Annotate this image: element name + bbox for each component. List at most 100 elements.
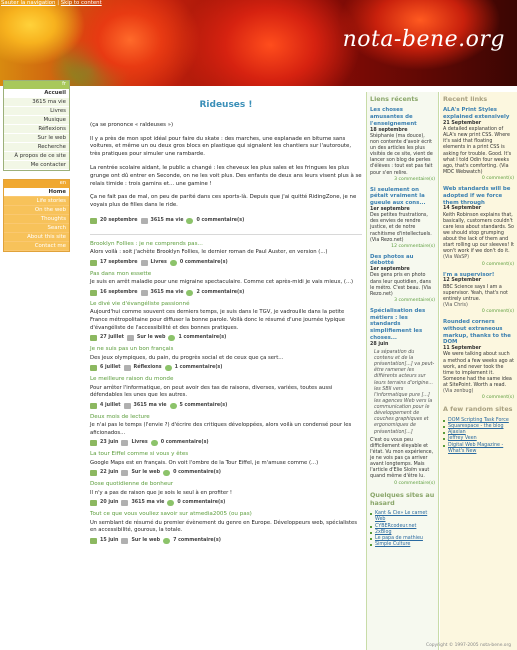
article-paragraph: Il y a près de mon spot idéal pour faire… [90, 135, 352, 158]
article-category[interactable]: 3615 ma vie [151, 218, 184, 224]
skip-separator: | [57, 0, 60, 6]
post-category[interactable]: Livres [151, 260, 167, 266]
calendar-icon [90, 365, 97, 372]
calendar-icon [90, 290, 97, 297]
link-comments[interactable]: 12 commentaire(s) [370, 244, 435, 250]
random-sites-heading: Quelques sites au hasard [370, 490, 435, 507]
post-meta: 27 juillet Sur le web 1 commentaire(s) [90, 334, 362, 342]
link-comments[interactable]: 0 comment(s) [443, 309, 514, 315]
post-category[interactable]: Sur le web [131, 538, 160, 544]
post-title[interactable]: Le divé vie d'évangéliste passionné [90, 301, 362, 308]
nav-item-contact-fr[interactable]: Me contacter [4, 161, 69, 170]
post-category[interactable]: 3615 ma vie [134, 403, 167, 409]
folder-icon [123, 402, 131, 409]
article-title[interactable]: Rideuses ! [90, 100, 362, 112]
link-text: Des petites frustrations, des envies de … [370, 213, 432, 243]
site-logo[interactable]: nota-bene.org [343, 26, 505, 55]
random-sites-list: DOM Scripting Task Force Squarespace - t… [443, 418, 514, 455]
nav-item-life-stories[interactable]: Life stories [4, 197, 69, 206]
link-title[interactable]: Des photos au débotté [370, 254, 435, 268]
link-title[interactable]: ALA's Print Styles explained extensively [443, 107, 514, 121]
random-site-link[interactable]: Simple Culture [370, 542, 435, 548]
post-comments[interactable]: 0 commentaire(s) [180, 260, 228, 266]
post-comments[interactable]: 1 commentaire(s) [175, 365, 223, 371]
nav-item-contact-en[interactable]: Contact me [4, 242, 69, 251]
comment-icon [169, 402, 177, 409]
link-comments[interactable]: 0 comment(s) [443, 262, 514, 268]
link-comments[interactable]: 3 commentaire(s) [370, 298, 435, 304]
link-comments[interactable]: 0 comment(s) [443, 176, 514, 182]
post-excerpt: Des jeux olympiques, du pain, du progrès… [90, 354, 284, 361]
nav-item-on-the-web[interactable]: On the web [4, 206, 69, 215]
post-comments[interactable]: 5 commentaire(s) [180, 403, 228, 409]
nav-item-accueil[interactable]: Accueil [4, 89, 69, 98]
post-title[interactable]: Le meilleure raison du monde [90, 376, 362, 383]
nav-french: fr Accueil 3615 ma vie Livres Musique Ré… [3, 80, 70, 171]
post-comments[interactable]: 0 commentaire(s) [161, 440, 209, 446]
post-date: 23 juin [100, 440, 119, 446]
link-title[interactable]: Rounded corners without extraneous marku… [443, 319, 514, 346]
post-category[interactable]: Livres [131, 440, 147, 446]
post-comments[interactable]: 0 commentaire(s) [177, 500, 225, 506]
nav-item-thoughts[interactable]: Thoughts [4, 215, 69, 224]
calendar-icon [90, 335, 97, 342]
post-category[interactable]: 3615 ma vie [131, 500, 164, 506]
link-title[interactable]: Les choses amusantes de l'enseignement [370, 107, 435, 127]
post-category[interactable]: Réflexions [134, 365, 162, 371]
skip-navigation-link[interactable]: Sauter la navigation [1, 0, 55, 6]
link-title[interactable]: Web standards will be adopted if we forc… [443, 186, 514, 206]
nav-item-reflexions[interactable]: Réflexions [4, 125, 69, 134]
main-content: Rideuses ! (ça se prononce « raïdeuses »… [90, 96, 362, 549]
post-comments[interactable]: 2 commentaire(s) [196, 290, 244, 296]
post-meta: 6 juillet Réflexions 1 commentaire(s) [90, 364, 362, 372]
post-date: 20 juin [100, 500, 119, 506]
post-title[interactable]: Brooklyn Follies : je ne comprends pas..… [90, 241, 362, 248]
post-meta: 20 juin 3615 ma vie 0 commentaire(s) [90, 499, 362, 507]
random-site-link[interactable]: Digital Web Magazine - What's New [443, 443, 514, 455]
post-comments[interactable]: 1 commentaire(s) [178, 335, 226, 341]
post-title[interactable]: La tour Eiffel comme si vous y êtes [90, 451, 362, 458]
post-category[interactable]: Sur le web [131, 470, 160, 476]
link-item: Web standards will be adopted if we forc… [443, 186, 514, 268]
post-excerpt: Aujourd'hui comme souvent ces derniers t… [90, 309, 345, 331]
header-banner: nota-bene.org [0, 0, 517, 86]
calendar-icon [90, 470, 97, 477]
post-title[interactable]: Pas dans mon essette [90, 271, 362, 278]
link-title[interactable]: Si seulement on pétait vraiment la gueul… [370, 187, 435, 207]
nav-item-search[interactable]: Search [4, 224, 69, 233]
link-comments[interactable]: 3 commentaire(s) [370, 177, 435, 183]
comment-icon [150, 440, 158, 447]
link-item: Spécialisation des métiers : les standar… [370, 308, 435, 487]
post-summary: Tout ce que vous vouliez savoir sur atme… [90, 511, 362, 545]
link-text: BBC Science says I am a supervisor. Yeah… [443, 284, 508, 302]
nav-item-a-propos[interactable]: À propos de ce site [4, 152, 69, 161]
post-category[interactable]: Sur le web [137, 335, 166, 341]
post-title[interactable]: Deux mois de lecture [90, 414, 362, 421]
skip-content-link[interactable]: Skip to content [61, 0, 102, 6]
post-meta: 4 juillet 3615 ma vie 5 commentaire(s) [90, 402, 362, 410]
post-excerpt: Un semblant de résumé du premier évèneme… [90, 519, 357, 534]
nav-item-recherche[interactable]: Recherche [4, 143, 69, 152]
nav-item-3615[interactable]: 3615 ma vie [4, 98, 69, 107]
link-comments[interactable]: 0 comment(s) [443, 395, 514, 401]
nav-item-home[interactable]: Home [4, 188, 69, 197]
post-category[interactable]: 3615 ma vie [151, 290, 184, 296]
folder-icon [121, 500, 129, 507]
post-comments[interactable]: 0 commentaire(s) [173, 470, 221, 476]
post-title[interactable]: Tout ce que vous vouliez savoir sur atme… [90, 511, 362, 518]
post-title[interactable]: Je ne suis pas un bon français [90, 346, 362, 353]
post-title[interactable]: Dose quotidienne de bonheur [90, 481, 362, 488]
post-date: 22 juin [100, 470, 119, 476]
nav-item-musique[interactable]: Musique [4, 116, 69, 125]
link-comments[interactable]: 0 commentaire(s) [370, 481, 435, 487]
link-item: Rounded corners without extraneous marku… [443, 319, 514, 401]
nav-item-sur-le-web[interactable]: Sur le web [4, 134, 69, 143]
article-paragraph: La rentrée scolaire aidant, le public a … [90, 165, 362, 187]
link-title[interactable]: Spécialisation des métiers : les standar… [370, 308, 435, 342]
random-site-link[interactable]: Kant & Cie» Le carnet Web [370, 511, 435, 523]
article-comments[interactable]: 0 commentaire(s) [196, 218, 244, 224]
nav-item-livres[interactable]: Livres [4, 107, 69, 116]
post-meta: 15 juin Sur le web 7 commentaire(s) [90, 537, 362, 545]
nav-item-about[interactable]: About this site [4, 233, 69, 242]
post-comments[interactable]: 7 commentaire(s) [173, 538, 221, 544]
